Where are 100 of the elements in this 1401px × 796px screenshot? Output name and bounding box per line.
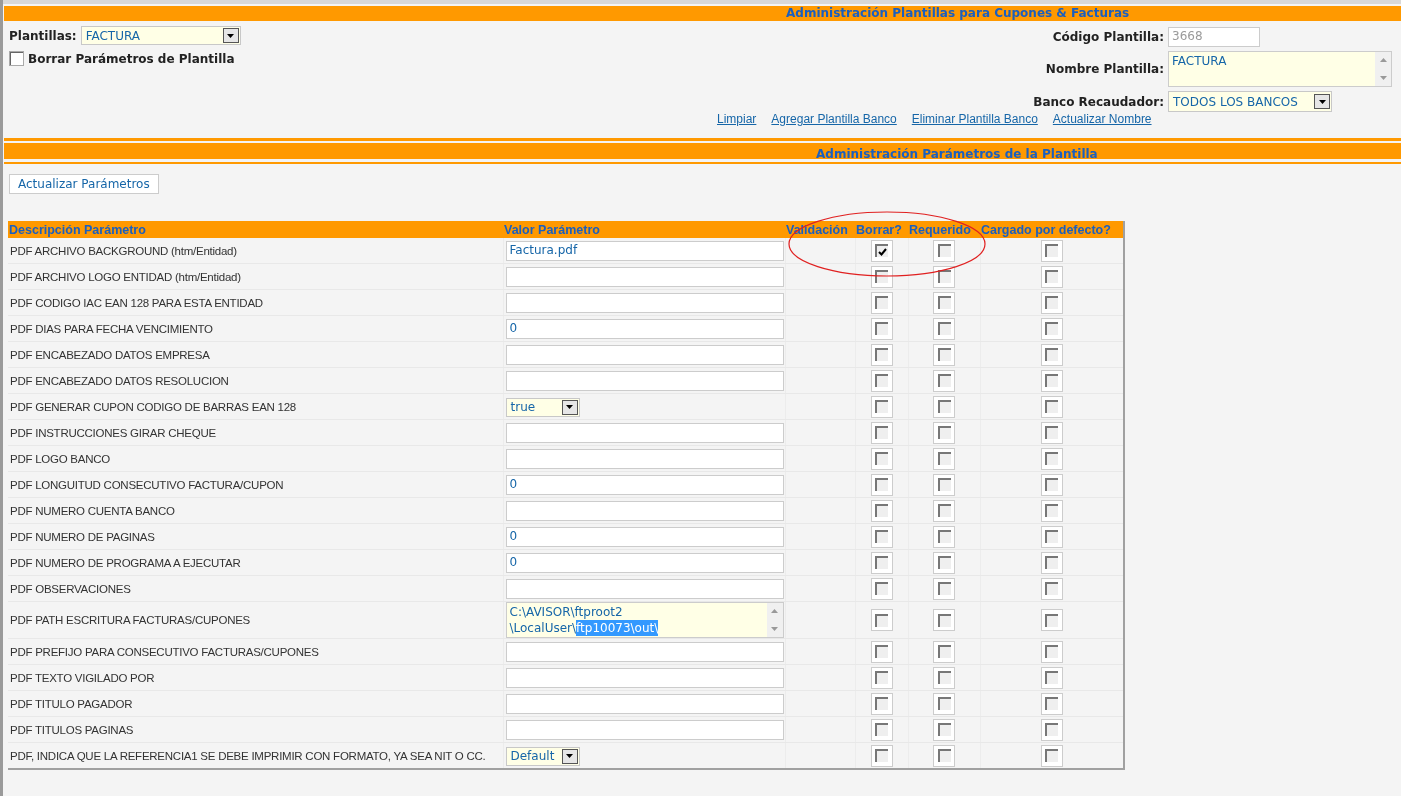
checkbox[interactable] — [933, 369, 955, 392]
checkbox[interactable] — [870, 421, 893, 444]
checkbox[interactable] — [870, 525, 893, 548]
checkbox[interactable] — [933, 609, 955, 631]
dropdown-arrow-button[interactable] — [222, 28, 239, 43]
value-field[interactable] — [505, 719, 784, 740]
dropdown-arrow-button[interactable] — [1314, 94, 1330, 109]
checkbox[interactable] — [1040, 239, 1063, 262]
field-label: Nombre Plantilla: — [1044, 62, 1164, 76]
checkbox[interactable] — [870, 265, 893, 288]
checkbox[interactable] — [933, 551, 955, 574]
value-field[interactable] — [505, 641, 784, 662]
checkbox[interactable] — [933, 692, 955, 715]
checkbox[interactable] — [1040, 499, 1063, 522]
scroll-down-icon[interactable] — [771, 627, 778, 631]
checkbox[interactable] — [1040, 473, 1063, 496]
name-text-area[interactable]: FACTURA — [1168, 51, 1392, 87]
template-dropdown[interactable]: FACTURA — [80, 26, 241, 45]
value-field[interactable]: 0 — [505, 526, 784, 547]
value-field[interactable] — [505, 266, 784, 287]
checkbox[interactable] — [933, 666, 955, 689]
checkbox[interactable] — [870, 291, 893, 314]
checkbox[interactable] — [1040, 291, 1063, 314]
checkbox[interactable] — [870, 447, 893, 470]
checkbox[interactable] — [870, 343, 893, 366]
value-field[interactable]: 0 — [505, 474, 784, 495]
checkbox[interactable] — [870, 640, 893, 663]
checkbox[interactable] — [1040, 343, 1063, 366]
value-field[interactable] — [505, 578, 784, 599]
update-parameters-button[interactable]: Actualizar Parámetros — [9, 174, 159, 194]
value-field[interactable] — [505, 292, 784, 313]
bank-dropdown[interactable]: TODOS LOS BANCOS — [1168, 91, 1332, 112]
checkbox[interactable] — [933, 343, 955, 366]
link[interactable]: Actualizar Nombre — [1052, 112, 1152, 128]
scroll-up-icon[interactable] — [1379, 58, 1387, 62]
scroll-down-icon[interactable] — [1379, 76, 1387, 80]
scrollbar[interactable] — [766, 603, 783, 637]
value-field[interactable] — [505, 422, 784, 443]
value-field[interactable]: 0 — [505, 318, 784, 339]
value-dropdown[interactable]: true — [505, 397, 580, 417]
checkbox[interactable] — [933, 447, 955, 470]
checkbox[interactable] — [933, 239, 955, 262]
checkbox[interactable] — [1040, 317, 1063, 340]
checkbox[interactable] — [9, 51, 24, 66]
checkbox[interactable] — [1040, 265, 1063, 288]
checkbox[interactable] — [1040, 421, 1063, 444]
checkbox[interactable] — [1040, 577, 1063, 600]
checkbox[interactable] — [1040, 447, 1063, 470]
checkbox[interactable] — [870, 744, 893, 767]
value-dropdown[interactable]: Default — [505, 746, 580, 766]
checkbox[interactable] — [1040, 525, 1063, 548]
link[interactable]: Agregar Plantilla Banco — [771, 112, 897, 128]
checkbox[interactable] — [933, 718, 955, 741]
checkbox[interactable] — [1040, 395, 1063, 418]
checkbox[interactable] — [1040, 640, 1063, 663]
checkbox[interactable] — [933, 640, 955, 663]
checkbox[interactable] — [933, 473, 955, 496]
value-field[interactable] — [505, 667, 784, 688]
checkbox[interactable] — [1040, 692, 1063, 715]
value-field[interactable] — [505, 500, 784, 521]
checkbox[interactable] — [870, 239, 893, 262]
checkbox[interactable] — [1040, 718, 1063, 741]
checkbox[interactable] — [933, 291, 955, 314]
checkbox[interactable] — [870, 666, 893, 689]
value-field[interactable] — [505, 448, 784, 469]
checkbox[interactable] — [933, 317, 955, 340]
checkbox[interactable] — [870, 473, 893, 496]
link[interactable]: Eliminar Plantilla Banco — [911, 112, 1038, 128]
value-field[interactable]: Factura.pdf — [505, 240, 784, 261]
checkbox[interactable] — [1040, 666, 1063, 689]
checkbox[interactable] — [870, 718, 893, 741]
checkbox[interactable] — [870, 609, 893, 631]
value-field[interactable] — [505, 693, 784, 714]
scroll-up-icon[interactable] — [771, 609, 778, 613]
checkbox[interactable] — [870, 317, 893, 340]
checkbox[interactable] — [933, 577, 955, 600]
checkbox[interactable] — [870, 499, 893, 522]
link[interactable]: Limpiar — [717, 112, 757, 128]
checkbox[interactable] — [870, 551, 893, 574]
checkbox[interactable] — [870, 692, 893, 715]
dropdown-arrow-button[interactable] — [561, 748, 578, 764]
checkbox[interactable] — [933, 395, 955, 418]
section-title: Administración Plantillas para Cupones & Facturas — [786, 6, 1130, 21]
value-field[interactable] — [505, 344, 784, 365]
dropdown-arrow-button[interactable] — [561, 399, 578, 415]
checkbox[interactable] — [1040, 609, 1063, 631]
checkbox[interactable] — [1040, 551, 1063, 574]
value-field[interactable]: 0 — [505, 552, 784, 573]
checkbox[interactable] — [870, 577, 893, 600]
checkbox[interactable] — [933, 421, 955, 444]
checkbox[interactable] — [1040, 744, 1063, 767]
checkbox[interactable] — [870, 369, 893, 392]
scrollbar[interactable] — [1375, 52, 1391, 86]
checkbox[interactable] — [933, 744, 955, 767]
checkbox[interactable] — [933, 265, 955, 288]
checkbox[interactable] — [933, 525, 955, 548]
checkbox[interactable] — [933, 499, 955, 522]
checkbox[interactable] — [1040, 369, 1063, 392]
value-field[interactable] — [505, 370, 784, 391]
checkbox[interactable] — [870, 395, 893, 418]
